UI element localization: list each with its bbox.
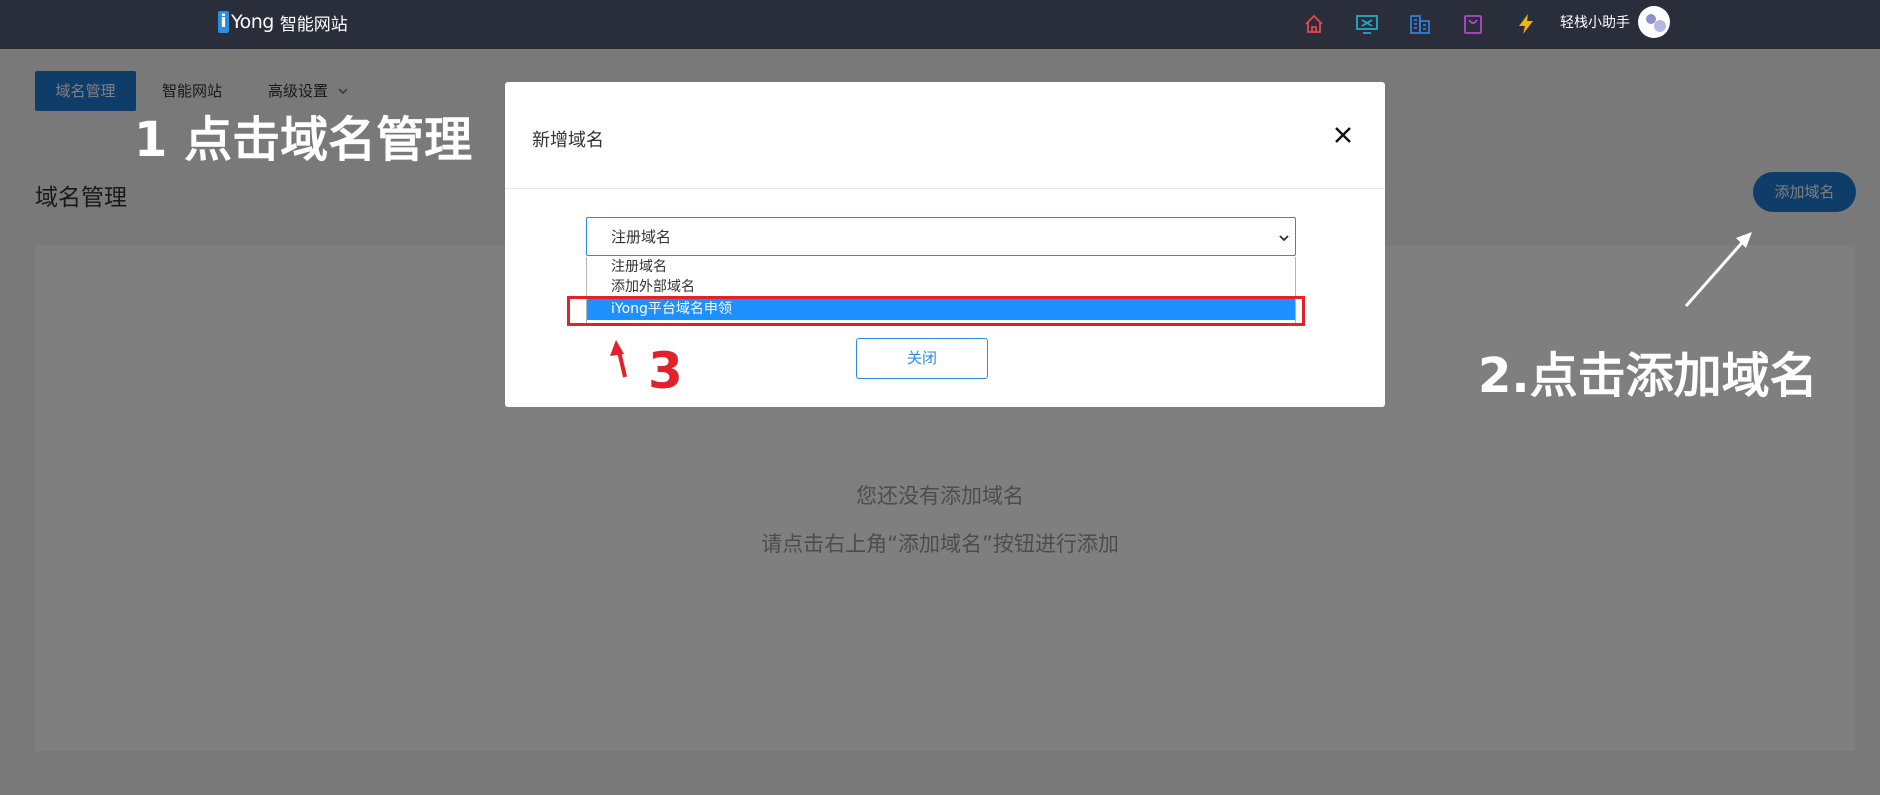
logo[interactable]: i Yong 智能网站	[218, 9, 348, 35]
building-icon[interactable]	[1406, 10, 1434, 38]
lightning-icon[interactable]	[1512, 10, 1540, 38]
top-bar: i Yong 智能网站 轻栈小助手	[0, 0, 1880, 49]
chevron-down-icon	[1277, 230, 1291, 244]
annotation-highlight-box	[567, 296, 1305, 326]
annotation-step2: 2.点击添加域名	[1478, 348, 1818, 404]
user-name: 轻栈小助手	[1560, 15, 1630, 31]
close-icon[interactable]	[1328, 120, 1358, 150]
select-option[interactable]: 注册域名	[587, 257, 1295, 277]
select-option[interactable]: 添加外部域名	[587, 277, 1295, 297]
domain-type-select[interactable]: 注册域名	[586, 217, 1296, 256]
annotation-step1: 1 点击域名管理	[134, 112, 473, 168]
avatar-shape	[1654, 20, 1666, 32]
logo-subtitle: 智能网站	[279, 14, 348, 35]
add-domain-modal: 新增域名 注册域名 注册域名 添加外部域名 iYong平台域名申领 关闭	[505, 82, 1385, 407]
monitor-icon[interactable]	[1353, 10, 1381, 38]
close-button[interactable]: 关闭	[856, 338, 988, 379]
modal-title: 新增域名	[532, 130, 604, 151]
user-menu[interactable]: 轻栈小助手	[1560, 6, 1670, 38]
select-value: 注册域名	[611, 228, 672, 246]
logo-mark: i	[218, 11, 229, 33]
logo-text: Yong	[231, 11, 274, 33]
annotation-step3: 3	[648, 342, 683, 400]
avatar[interactable]	[1638, 6, 1670, 38]
bag-icon[interactable]	[1459, 10, 1487, 38]
modal-header: 新增域名	[505, 82, 1385, 189]
top-icon-bar	[1300, 10, 1565, 38]
home-icon[interactable]	[1300, 10, 1328, 38]
